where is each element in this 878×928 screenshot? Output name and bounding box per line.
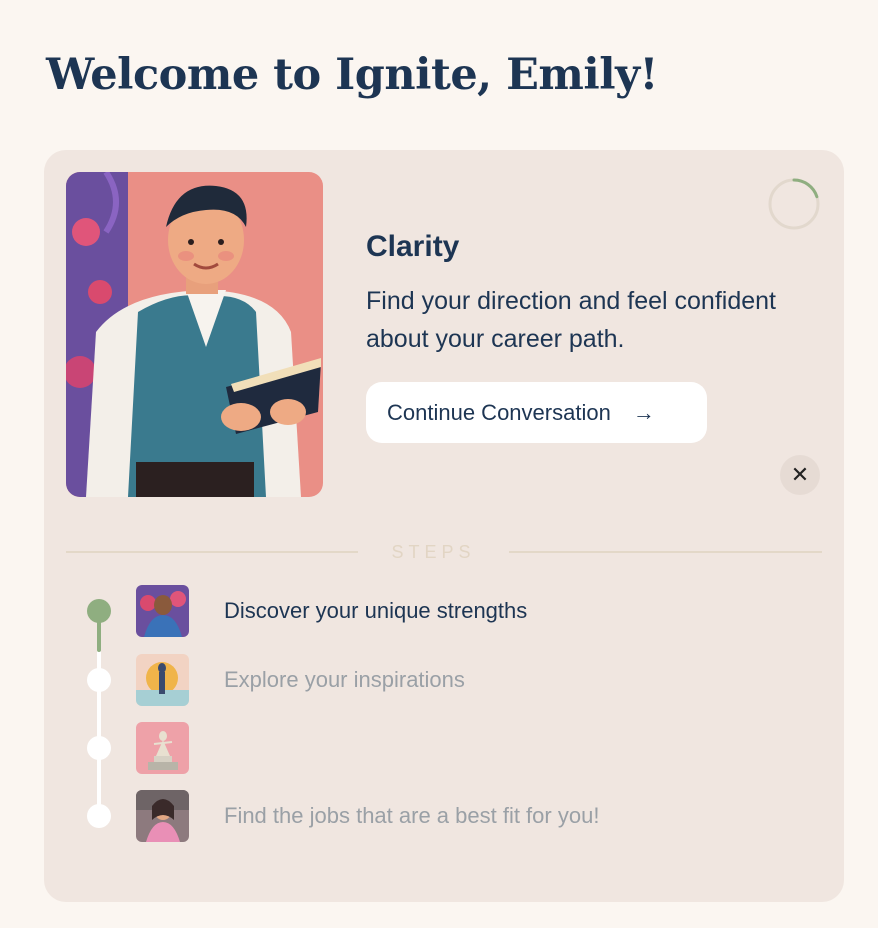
step-dot <box>87 736 111 760</box>
step-dot <box>87 804 111 828</box>
step-thumbnail <box>136 654 189 706</box>
step-label: Explore your inspirations <box>224 667 465 692</box>
steps-divider: STEPS <box>66 540 822 564</box>
step-item[interactable] <box>44 722 844 774</box>
stage-card: Clarity Find your direction and feel con… <box>44 150 844 902</box>
step-dot-active <box>87 599 111 623</box>
page: Welcome to Ignite, Emily! Clarity Find y… <box>0 0 878 928</box>
step-label: Find the jobs that are a best fit for yo… <box>224 803 600 828</box>
continue-conversation-button[interactable]: Continue Conversation → <box>366 382 707 443</box>
divider-line <box>509 551 822 553</box>
progress-ring <box>766 176 822 232</box>
close-icon: ✕ <box>790 462 810 487</box>
step-item[interactable]: Discover your unique strengths <box>44 585 844 637</box>
divider-line <box>66 551 358 553</box>
close-button[interactable]: ✕ <box>780 455 820 495</box>
step-dot <box>87 668 111 692</box>
arrow-right-icon: → <box>632 399 655 425</box>
continue-button-label: Continue Conversation <box>387 399 611 425</box>
step-label: Discover your unique strengths <box>224 598 528 623</box>
step-thumbnail <box>136 585 189 637</box>
stage-title: Clarity <box>366 230 460 263</box>
step-item[interactable]: Explore your inspirations <box>44 654 844 706</box>
step-thumbnail <box>136 722 189 774</box>
steps-heading: STEPS <box>391 542 476 562</box>
hero-illustration <box>66 172 323 497</box>
page-title: Welcome to Ignite, Emily! <box>46 50 658 100</box>
step-thumbnail <box>136 790 189 842</box>
step-item[interactable]: Find the jobs that are a best fit for yo… <box>44 790 844 842</box>
stage-description: Find your direction and feel confident a… <box>366 287 776 353</box>
